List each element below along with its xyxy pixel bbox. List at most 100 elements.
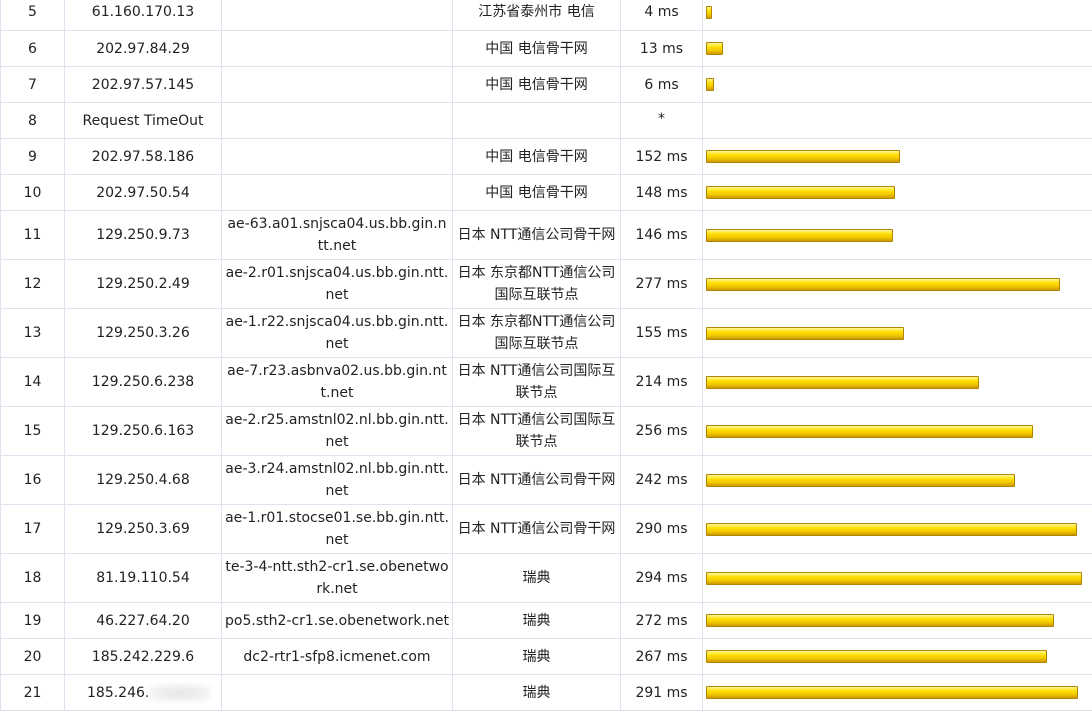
hostname: ae-2.r01.snjsca04.us.bb.gin.ntt.net	[222, 260, 453, 309]
trace-row: 21185.246.瑞典291 ms	[1, 675, 1092, 711]
hop-number: 21	[1, 675, 65, 711]
trace-row: 13129.250.3.26ae-1.r22.snjsca04.us.bb.gi…	[1, 309, 1092, 358]
latency-bar-cell	[703, 456, 1092, 505]
redaction-blur	[149, 684, 211, 702]
location: 日本 NTT通信公司国际互联节点	[453, 407, 621, 456]
latency: 152 ms	[621, 139, 703, 175]
location: 日本 东京都NTT通信公司国际互联节点	[453, 260, 621, 309]
ip-address: 202.97.58.186	[65, 139, 222, 175]
location: 中国 电信骨干网	[453, 67, 621, 103]
hop-number: 7	[1, 67, 65, 103]
latency-bar-cell	[703, 139, 1092, 175]
latency-bar-cell	[703, 211, 1092, 260]
latency-bar-cell	[703, 175, 1092, 211]
latency: 272 ms	[621, 603, 703, 639]
latency-bar	[706, 186, 895, 199]
latency: 256 ms	[621, 407, 703, 456]
location: 日本 NTT通信公司骨干网	[453, 211, 621, 260]
latency-bar	[706, 150, 900, 163]
latency-bar	[706, 425, 1033, 438]
latency-bar	[706, 376, 979, 389]
hostname: po5.sth2-cr1.se.obenetwork.net	[222, 603, 453, 639]
trace-row: 1881.19.110.54te-3-4-ntt.sth2-cr1.se.obe…	[1, 554, 1092, 603]
latency-bar-cell	[703, 639, 1092, 675]
hostname	[222, 31, 453, 67]
latency-bar	[706, 278, 1060, 291]
location: 中国 电信骨干网	[453, 175, 621, 211]
latency-bar-cell	[703, 309, 1092, 358]
latency: 148 ms	[621, 175, 703, 211]
ip-address-text: 185.246.	[87, 685, 149, 701]
latency: 277 ms	[621, 260, 703, 309]
latency-bar-cell	[703, 103, 1092, 139]
latency: 214 ms	[621, 358, 703, 407]
traceroute-table: 561.160.170.13江苏省泰州市 电信4 ms6202.97.84.29…	[0, 0, 1092, 711]
hostname	[222, 103, 453, 139]
location: 瑞典	[453, 639, 621, 675]
trace-row: 16129.250.4.68ae-3.r24.amstnl02.nl.bb.gi…	[1, 456, 1092, 505]
location: 日本 NTT通信公司骨干网	[453, 456, 621, 505]
hop-number: 8	[1, 103, 65, 139]
ip-address: 202.97.57.145	[65, 67, 222, 103]
latency-bar	[706, 572, 1082, 585]
hostname: ae-1.r01.stocse01.se.bb.gin.ntt.net	[222, 505, 453, 554]
trace-row: 20185.242.229.6dc2-rtr1-sfp8.icmenet.com…	[1, 639, 1092, 675]
location: 瑞典	[453, 554, 621, 603]
hostname	[222, 67, 453, 103]
ip-address: Request TimeOut	[65, 103, 222, 139]
latency-bar-cell	[703, 0, 1092, 31]
trace-row: 9202.97.58.186中国 电信骨干网152 ms	[1, 139, 1092, 175]
location: 江苏省泰州市 电信	[453, 0, 621, 31]
latency: 13 ms	[621, 31, 703, 67]
hop-number: 10	[1, 175, 65, 211]
location: 日本 NTT通信公司国际互联节点	[453, 358, 621, 407]
hostname	[222, 675, 453, 711]
hop-number: 18	[1, 554, 65, 603]
latency-bar-cell	[703, 407, 1092, 456]
hop-number: 15	[1, 407, 65, 456]
hostname	[222, 175, 453, 211]
hop-number: 6	[1, 31, 65, 67]
location: 瑞典	[453, 603, 621, 639]
trace-row: 10202.97.50.54 中国 电信骨干网148 ms	[1, 175, 1092, 211]
hostname: dc2-rtr1-sfp8.icmenet.com	[222, 639, 453, 675]
latency-bar	[706, 686, 1078, 699]
hostname: ae-63.a01.snjsca04.us.bb.gin.ntt.net	[222, 211, 453, 260]
hostname	[222, 139, 453, 175]
trace-row: 6202.97.84.29 中国 电信骨干网13 ms	[1, 31, 1092, 67]
latency-bar	[706, 474, 1015, 487]
location: 日本 NTT通信公司骨干网	[453, 505, 621, 554]
latency-bar	[706, 650, 1047, 663]
latency-bar	[706, 327, 904, 340]
ip-address: 46.227.64.20	[65, 603, 222, 639]
ip-address: 129.250.2.49	[65, 260, 222, 309]
latency: 155 ms	[621, 309, 703, 358]
location: 中国 电信骨干网	[453, 31, 621, 67]
location	[453, 103, 621, 139]
location: 中国 电信骨干网	[453, 139, 621, 175]
hop-number: 14	[1, 358, 65, 407]
ip-address: 202.97.84.29	[65, 31, 222, 67]
hop-number: 11	[1, 211, 65, 260]
trace-row: 1946.227.64.20po5.sth2-cr1.se.obenetwork…	[1, 603, 1092, 639]
latency-bar-cell	[703, 67, 1092, 103]
ip-address: 202.97.50.54	[65, 175, 222, 211]
hop-number: 12	[1, 260, 65, 309]
latency-bar	[706, 523, 1077, 536]
ip-address: 129.250.3.69	[65, 505, 222, 554]
hop-number: 13	[1, 309, 65, 358]
trace-row: 17129.250.3.69ae-1.r01.stocse01.se.bb.gi…	[1, 505, 1092, 554]
hop-number: 17	[1, 505, 65, 554]
hostname: ae-3.r24.amstnl02.nl.bb.gin.ntt.net	[222, 456, 453, 505]
latency: 146 ms	[621, 211, 703, 260]
trace-row: 7202.97.57.145中国 电信骨干网6 ms	[1, 67, 1092, 103]
trace-row: 15129.250.6.163ae-2.r25.amstnl02.nl.bb.g…	[1, 407, 1092, 456]
ip-address: 129.250.4.68	[65, 456, 222, 505]
ip-address: 129.250.6.163	[65, 407, 222, 456]
ip-address: 129.250.3.26	[65, 309, 222, 358]
hostname: te-3-4-ntt.sth2-cr1.se.obenetwork.net	[222, 554, 453, 603]
latency-bar	[706, 229, 893, 242]
latency-bar	[706, 42, 723, 55]
ip-address: 185.246.	[65, 675, 222, 711]
trace-row: 12129.250.2.49ae-2.r01.snjsca04.us.bb.gi…	[1, 260, 1092, 309]
